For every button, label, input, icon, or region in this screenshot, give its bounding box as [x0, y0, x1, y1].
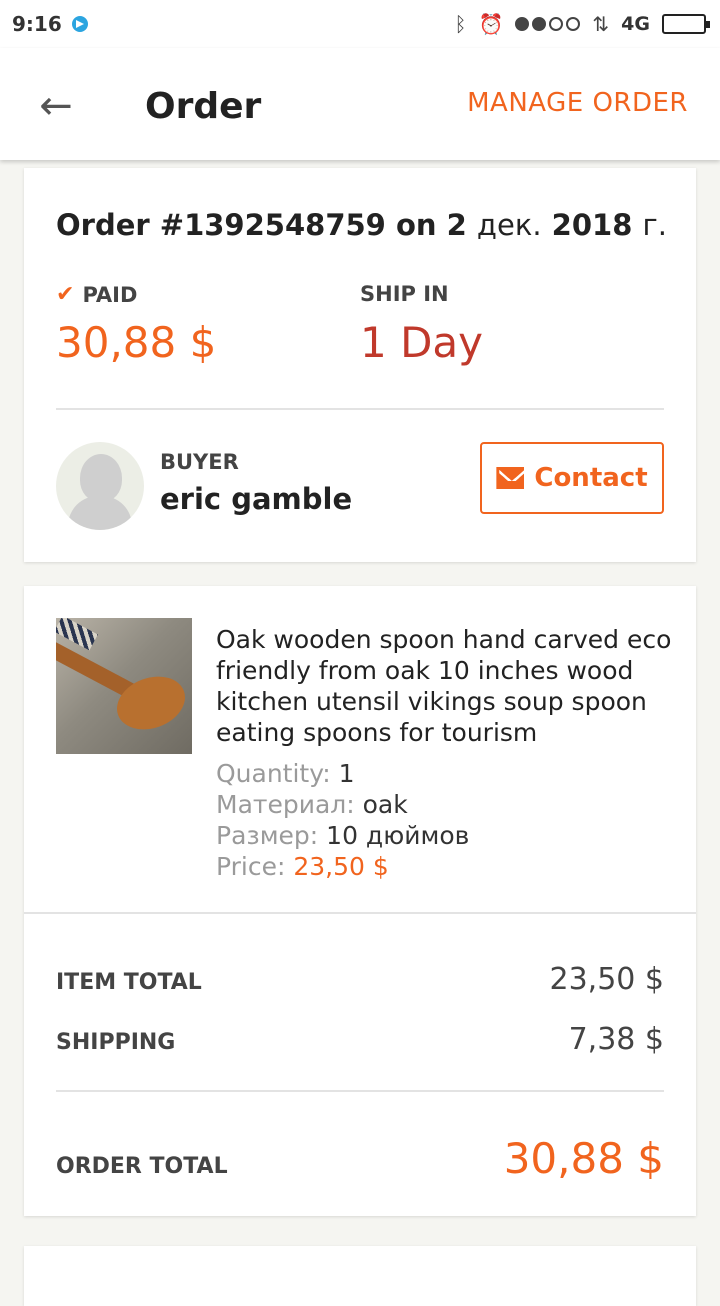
- attr-quantity: Quantity: 1: [216, 759, 355, 788]
- battery-icon: [662, 14, 710, 34]
- item-attributes: Quantity: 1 Материал: oak Размер: 10 дюй…: [216, 758, 469, 882]
- order-info-card: Order #1392548759 on 2 дек. 2018 г. ✔ PA…: [24, 168, 696, 562]
- ship-in-label: SHIP IN: [360, 282, 449, 306]
- item-title[interactable]: Oak wooden spoon hand carved eco friendl…: [216, 624, 676, 748]
- order-year: 2018: [551, 208, 633, 242]
- order-total-label: ORDER TOTAL: [56, 1154, 228, 1179]
- order-item-card: Oak wooden spoon hand carved eco friendl…: [24, 586, 696, 1216]
- paid-amount: 30,88 $: [56, 318, 217, 367]
- order-month: дек.: [476, 208, 542, 242]
- back-button[interactable]: ←: [28, 78, 84, 134]
- attr-size: Размер: 10 дюймов: [216, 821, 470, 850]
- item-total-label: ITEM TOTAL: [56, 970, 202, 995]
- contact-button[interactable]: Contact: [480, 442, 664, 514]
- status-bar: 9:16 ᛒ ⏰ ⇅ 4G: [0, 0, 720, 48]
- next-card: [24, 1246, 696, 1306]
- manage-order-button[interactable]: MANAGE ORDER: [467, 88, 688, 118]
- arrow-left-icon: ←: [39, 83, 73, 129]
- buyer-name: eric gamble: [160, 482, 353, 516]
- item-total-value: 23,50 $: [549, 962, 664, 997]
- shipping-value: 7,38 $: [568, 1022, 664, 1057]
- paid-label: ✔ PAID: [56, 282, 137, 307]
- order-number: Order #1392548759 on 2: [56, 208, 467, 242]
- signal-dots-icon: [515, 17, 581, 31]
- buyer-avatar: [56, 442, 144, 530]
- checkmark-icon: ✔: [56, 282, 75, 307]
- status-time: 9:16: [12, 12, 62, 36]
- message-icon: [496, 467, 525, 489]
- order-year-suffix: г.: [642, 208, 667, 242]
- alarm-icon: ⏰: [478, 12, 504, 36]
- bluetooth-icon: ᛒ: [454, 12, 467, 36]
- buyer-label: BUYER: [160, 450, 239, 474]
- order-total-row: ORDER TOTAL 30,88 $: [56, 1134, 664, 1183]
- ship-in-value: 1 Day: [360, 318, 484, 367]
- order-total-value: 30,88 $: [503, 1134, 664, 1183]
- order-heading: Order #1392548759 on 2 дек. 2018 г.: [56, 208, 667, 242]
- divider: [56, 408, 664, 410]
- app-bar: ← Order MANAGE ORDER: [0, 48, 720, 160]
- item-thumbnail[interactable]: [56, 618, 192, 754]
- contact-button-label: Contact: [534, 463, 648, 493]
- page-title: Order: [145, 86, 262, 127]
- shipping-label: SHIPPING: [56, 1030, 176, 1055]
- item-total-row: ITEM TOTAL 23,50 $: [56, 962, 664, 997]
- divider: [56, 1090, 664, 1092]
- attr-material: Материал: oak: [216, 790, 408, 819]
- network-type: 4G: [621, 13, 650, 35]
- shipping-row: SHIPPING 7,38 $: [56, 1022, 664, 1057]
- divider: [24, 912, 696, 914]
- telegram-icon: [71, 16, 88, 32]
- paid-label-text: PAID: [82, 282, 138, 307]
- signal-icon: ⇅: [592, 12, 610, 36]
- attr-price: Price: 23,50 $: [216, 852, 389, 881]
